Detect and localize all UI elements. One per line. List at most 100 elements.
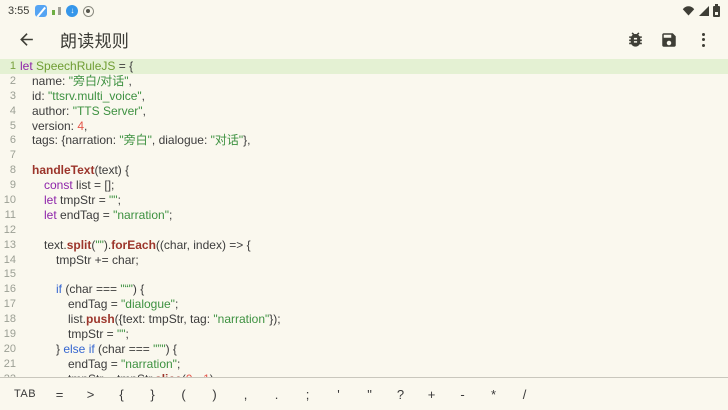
line-number: 15 bbox=[0, 267, 16, 282]
code-text: version: 4, bbox=[20, 119, 87, 134]
code-line[interactable]: 3 id: "ttsrv.multi_voice", bbox=[0, 89, 728, 104]
code-text: } else if (char === "”") { bbox=[20, 342, 177, 357]
code-line[interactable]: 4 author: "TTS Server", bbox=[0, 104, 728, 119]
code-text: endTag = "narration"; bbox=[20, 357, 180, 372]
code-line[interactable]: 7 bbox=[0, 148, 728, 163]
code-line[interactable]: 12 bbox=[0, 223, 728, 238]
messenger-app-icon bbox=[35, 5, 47, 17]
code-text: tmpStr = ""; bbox=[20, 327, 129, 342]
code-text: text.split("").forEach((char, index) => … bbox=[20, 238, 251, 253]
symbol-key[interactable]: > bbox=[75, 378, 106, 410]
symbol-key[interactable]: ' bbox=[323, 378, 354, 410]
notification-icons: ↓ bbox=[35, 5, 94, 17]
debug-bug-icon bbox=[626, 30, 645, 49]
code-text: endTag = "dialogue"; bbox=[20, 297, 178, 312]
line-number: 12 bbox=[0, 223, 16, 238]
code-text: tags: {narration: "旁白", dialogue: "对话"}, bbox=[20, 133, 251, 148]
code-line[interactable]: 1 let SpeechRuleJS = { bbox=[0, 59, 728, 74]
download-circle-icon: ↓ bbox=[66, 5, 78, 17]
code-line[interactable]: 15 bbox=[0, 267, 728, 282]
code-line[interactable]: 21 endTag = "narration"; bbox=[0, 357, 728, 372]
code-text: id: "ttsrv.multi_voice", bbox=[20, 89, 145, 104]
battery-icon bbox=[713, 6, 720, 17]
save-icon bbox=[660, 31, 678, 49]
line-number: 1 bbox=[0, 59, 16, 74]
code-line[interactable]: 18 list.push({text: tmpStr, tag: "narrati… bbox=[0, 312, 728, 327]
page-title: 朗读规则 bbox=[60, 27, 129, 52]
code-line[interactable]: 2 name: "旁白/对话", bbox=[0, 74, 728, 89]
line-number: 20 bbox=[0, 342, 16, 357]
code-line[interactable]: 10 let tmpStr = ""; bbox=[0, 193, 728, 208]
cellular-signal-icon bbox=[699, 6, 709, 16]
debug-button[interactable] bbox=[624, 29, 646, 51]
line-number: 2 bbox=[0, 74, 16, 89]
wifi-icon bbox=[682, 6, 695, 16]
line-number: 3 bbox=[0, 89, 16, 104]
overflow-menu-icon bbox=[702, 33, 705, 36]
code-text: let SpeechRuleJS = { bbox=[20, 59, 133, 74]
code-line[interactable]: 19 tmpStr = ""; bbox=[0, 327, 728, 342]
line-number: 16 bbox=[0, 282, 16, 297]
symbol-key[interactable]: ? bbox=[385, 378, 416, 410]
symbol-key[interactable]: + bbox=[416, 378, 447, 410]
line-number: 14 bbox=[0, 253, 16, 268]
line-number: 4 bbox=[0, 104, 16, 119]
tab-key[interactable]: TAB bbox=[6, 378, 44, 410]
code-line[interactable]: 13 text.split("").forEach((char, index) =… bbox=[0, 238, 728, 253]
line-number: 21 bbox=[0, 357, 16, 372]
code-text: list.push({text: tmpStr, tag: "narration… bbox=[20, 312, 281, 327]
code-text: const list = []; bbox=[20, 178, 114, 193]
line-number: 7 bbox=[0, 148, 16, 163]
code-line[interactable]: 20 } else if (char === "”") { bbox=[0, 342, 728, 357]
mini-status-icon bbox=[52, 6, 61, 16]
symbol-key[interactable]: , bbox=[230, 378, 261, 410]
code-text: if (char === "“") { bbox=[20, 282, 144, 297]
line-number: 6 bbox=[0, 133, 16, 148]
code-line[interactable]: 11 let endTag = "narration"; bbox=[0, 208, 728, 223]
symbol-key[interactable]: ; bbox=[292, 378, 323, 410]
line-number: 8 bbox=[0, 163, 16, 178]
system-status-icons bbox=[682, 5, 720, 17]
symbol-key[interactable]: - bbox=[447, 378, 478, 410]
line-number: 17 bbox=[0, 297, 16, 312]
code-text: let endTag = "narration"; bbox=[20, 208, 172, 223]
line-number: 19 bbox=[0, 327, 16, 342]
code-text: let tmpStr = ""; bbox=[20, 193, 121, 208]
overflow-menu-button[interactable] bbox=[692, 29, 714, 51]
line-number: 10 bbox=[0, 193, 16, 208]
eye-circle-icon bbox=[83, 6, 94, 17]
code-line[interactable]: 17 endTag = "dialogue"; bbox=[0, 297, 728, 312]
line-number: 18 bbox=[0, 312, 16, 327]
symbol-key[interactable]: } bbox=[137, 378, 168, 410]
code-editor[interactable]: 1 let SpeechRuleJS = { 2 name: "旁白/对话", 3 id:… bbox=[0, 57, 728, 377]
code-line[interactable]: 14 tmpStr += char; bbox=[0, 253, 728, 268]
symbol-key[interactable]: ( bbox=[168, 378, 199, 410]
symbol-key[interactable]: / bbox=[509, 378, 540, 410]
symbol-key[interactable]: * bbox=[478, 378, 509, 410]
symbol-key[interactable]: ) bbox=[199, 378, 230, 410]
save-button[interactable] bbox=[658, 29, 680, 51]
line-number: 5 bbox=[0, 119, 16, 134]
symbol-key[interactable]: . bbox=[261, 378, 292, 410]
code-line[interactable]: 16 if (char === "“") { bbox=[0, 282, 728, 297]
code-text: name: "旁白/对话", bbox=[20, 74, 132, 89]
back-arrow-icon bbox=[17, 30, 36, 49]
code-line[interactable]: 5 version: 4, bbox=[0, 119, 728, 134]
clock-time: 3:55 bbox=[8, 5, 29, 17]
code-text: handleText(text) { bbox=[20, 163, 129, 178]
line-number: 9 bbox=[0, 178, 16, 193]
code-line[interactable]: 6 tags: {narration: "旁白", dialogue: "对话"}… bbox=[0, 133, 728, 148]
symbol-input-bar: TAB=>{}(),.;'"?+-*/ bbox=[0, 377, 728, 410]
app-bar: 朗读规则 bbox=[0, 22, 728, 57]
back-button[interactable] bbox=[14, 28, 38, 52]
code-line[interactable]: 8 handleText(text) { bbox=[0, 163, 728, 178]
app-bar-actions bbox=[624, 29, 714, 51]
symbol-key[interactable]: " bbox=[354, 378, 385, 410]
code-line[interactable]: 9 const list = []; bbox=[0, 178, 728, 193]
symbol-key[interactable]: { bbox=[106, 378, 137, 410]
code-text: author: "TTS Server", bbox=[20, 104, 146, 119]
line-number: 11 bbox=[0, 208, 16, 223]
symbol-key[interactable]: = bbox=[44, 378, 75, 410]
code-text: tmpStr += char; bbox=[20, 253, 139, 268]
line-number: 13 bbox=[0, 238, 16, 253]
